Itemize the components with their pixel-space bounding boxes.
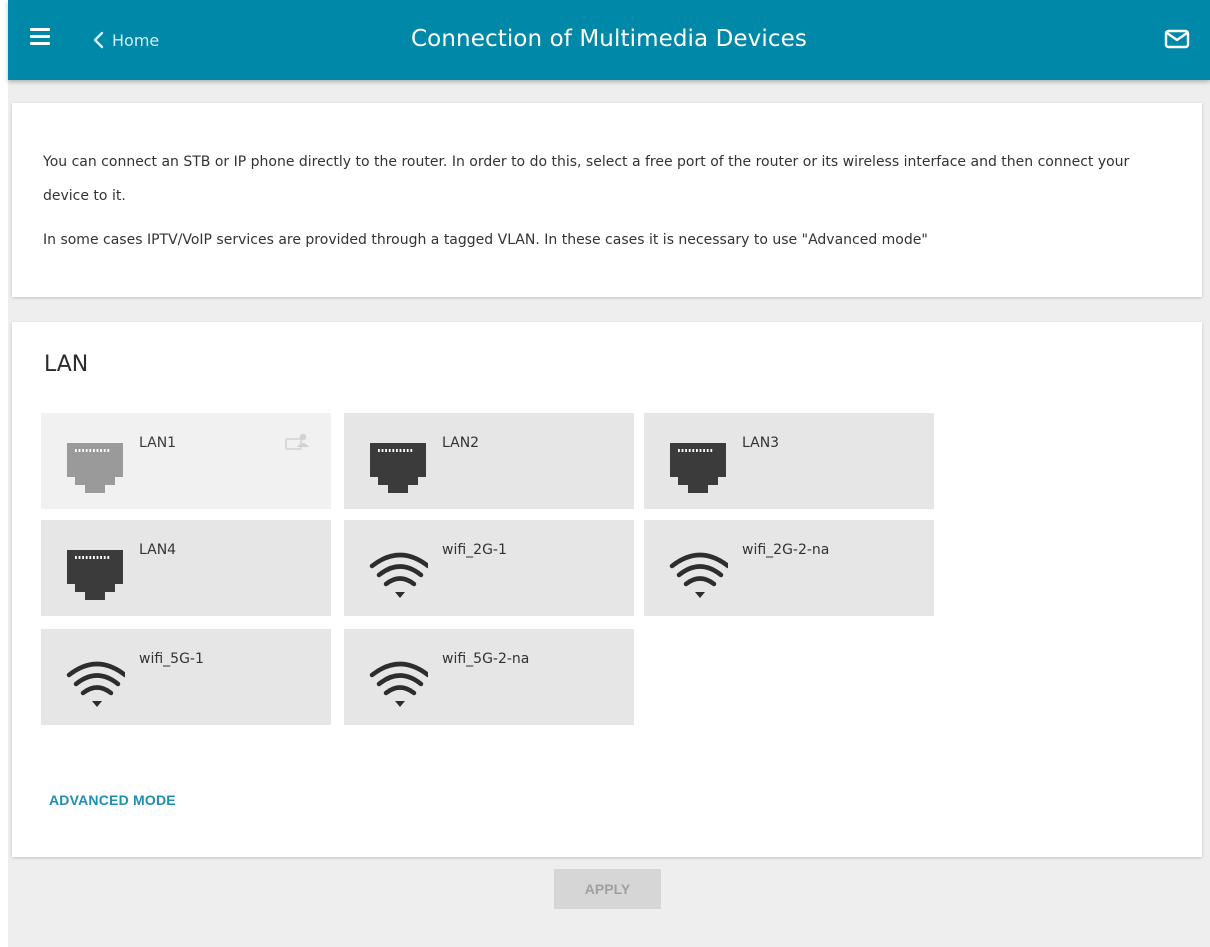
advanced-mode-link[interactable]: ADVANCED MODE bbox=[49, 792, 176, 808]
top-bar: Home Connection of Multimedia Devices bbox=[8, 0, 1210, 80]
lan-card: LAN LAN1 LAN2 LAN3 LAN4 wifi_2G-1 wifi_2G-2-n… bbox=[12, 322, 1202, 857]
interface-tile-wifi-2g-1[interactable]: wifi_2G-1 bbox=[344, 520, 634, 616]
info-paragraph-2: In some cases IPTV/VoIP services are pro… bbox=[43, 232, 928, 248]
wifi-icon bbox=[358, 544, 431, 604]
info-card: You can connect an STB or IP phone direc… bbox=[12, 103, 1202, 297]
interface-label: wifi_5G-1 bbox=[139, 651, 204, 667]
info-paragraph-1: You can connect an STB or IP phone direc… bbox=[43, 154, 1130, 204]
interface-label: LAN2 bbox=[442, 435, 480, 451]
ethernet-port-icon bbox=[358, 437, 428, 497]
interface-tile-lan4[interactable]: LAN4 bbox=[41, 520, 331, 616]
interface-tile-wifi-5g-2-na[interactable]: wifi_5G-2-na bbox=[344, 629, 634, 725]
connected-device-icon bbox=[285, 433, 309, 451]
page-frame: Home Connection of Multimedia Devices Yo… bbox=[8, 0, 1210, 947]
interface-label: wifi_2G-2-na bbox=[742, 542, 830, 558]
ethernet-port-icon bbox=[55, 544, 125, 604]
interface-label: wifi_2G-1 bbox=[442, 542, 507, 558]
interface-label: LAN4 bbox=[139, 542, 177, 558]
page-title: Connection of Multimedia Devices bbox=[411, 26, 807, 52]
interface-tile-wifi-5g-1[interactable]: wifi_5G-1 bbox=[41, 629, 331, 725]
interface-label: LAN1 bbox=[139, 435, 177, 451]
wifi-icon bbox=[358, 653, 431, 713]
ethernet-port-icon bbox=[658, 437, 728, 497]
envelope-icon[interactable] bbox=[1164, 28, 1192, 50]
wifi-icon bbox=[55, 653, 128, 713]
interface-tile-lan3[interactable]: LAN3 bbox=[644, 413, 934, 509]
apply-button[interactable]: APPLY bbox=[554, 869, 661, 909]
interface-tile-lan1: LAN1 bbox=[41, 413, 331, 509]
interface-tile-wifi-2g-2-na[interactable]: wifi_2G-2-na bbox=[644, 520, 934, 616]
section-title-lan: LAN bbox=[44, 352, 89, 377]
interface-tile-lan2[interactable]: LAN2 bbox=[344, 413, 634, 509]
ethernet-port-icon bbox=[55, 437, 125, 497]
interface-label: LAN3 bbox=[742, 435, 780, 451]
wifi-icon bbox=[658, 544, 731, 604]
interface-label: wifi_5G-2-na bbox=[442, 651, 530, 667]
